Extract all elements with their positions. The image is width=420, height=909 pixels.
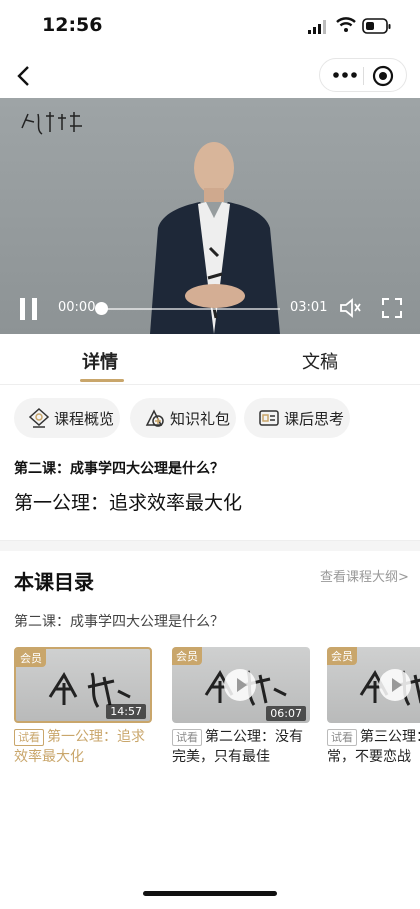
play-icon [224,669,256,701]
chip-course-overview[interactable]: 课程概览 [14,398,120,438]
tab-transcript[interactable]: 文稿 [302,348,338,374]
lesson-thumbnail: 会员 06:07 [172,647,310,723]
overview-icon [28,407,50,428]
lesson-card-title: 试看 第一公理：追求效率最大化 [14,727,154,767]
nav-bar [0,56,420,98]
duration-badge: 14:57 [106,704,146,719]
vip-badge: 会员 [16,649,46,667]
wifi-icon [336,17,356,32]
lesson-card-title: 试看第三公理：常，不要恋战 [327,727,420,767]
lesson-thumbnail: 会员 [327,647,420,723]
status-bar: 12:56 [0,0,420,56]
close-target-icon[interactable] [372,65,394,87]
watermark-logo [21,112,82,135]
lesson-card-title: 试看 第二公理：没有完美，只有最佳 [172,727,312,767]
total-time: 03:01 [290,300,328,315]
battery-icon [362,18,391,34]
section-divider [0,540,420,551]
fullscreen-icon[interactable] [381,297,403,319]
mini-program-capsule [319,58,407,92]
duration-badge: 06:07 [266,706,306,721]
chip-label: 课程概览 [54,410,115,428]
more-icon[interactable] [330,68,360,82]
signal-icon [308,20,326,34]
notes-icon [259,410,279,426]
lesson-title: 第一公理：追求效率最大化 [14,492,243,514]
current-time: 00:00 [58,300,96,315]
trial-tag: 试看 [172,729,202,746]
lesson-card[interactable]: 会员 06:07 试看 第二公理：没有完美，只有最佳 [172,647,312,767]
view-outline-link[interactable]: 查看课程大纲> [320,566,409,585]
video-player[interactable]: 00:00 03:01 [0,98,420,334]
lesson-card[interactable]: 会员 14:57 试看 第一公理：追求效率最大化 [14,647,154,767]
catalog-section: 第二课：成事学四大公理是什么？ [14,614,224,630]
active-tab-indicator [80,379,124,382]
tab-details[interactable]: 详情 [82,348,118,374]
volume-icon[interactable] [338,296,362,320]
lesson-card[interactable]: 会员 试看第三公理：常，不要恋战 [327,647,420,767]
gift-icon [145,409,164,427]
trial-tag: 试看 [14,729,44,746]
trial-tag: 试看 [327,729,357,746]
detail-tabs: 详情 文稿 [0,334,420,385]
pause-icon[interactable] [20,298,38,320]
progress-track[interactable] [100,308,280,310]
catalog-title: 本课目录 [14,570,94,594]
chip-after-class-thinking[interactable]: 课后思考 [244,398,350,438]
player-controls: 00:00 03:01 [0,282,420,334]
play-icon [379,669,411,701]
lesson-subtitle: 第二课：成事学四大公理是什么？ [14,461,224,477]
progress-knob[interactable] [95,302,108,315]
chip-label: 知识礼包 [170,410,231,428]
status-time: 12:56 [42,14,103,36]
chip-knowledge-pack[interactable]: 知识礼包 [130,398,236,438]
vip-badge: 会员 [172,647,202,665]
chip-label: 课后思考 [284,410,345,428]
lesson-thumbnail: 会员 14:57 [14,647,152,723]
home-indicator [143,891,277,896]
capsule-divider [363,67,364,85]
vip-badge: 会员 [327,647,357,665]
back-icon[interactable] [16,64,32,88]
